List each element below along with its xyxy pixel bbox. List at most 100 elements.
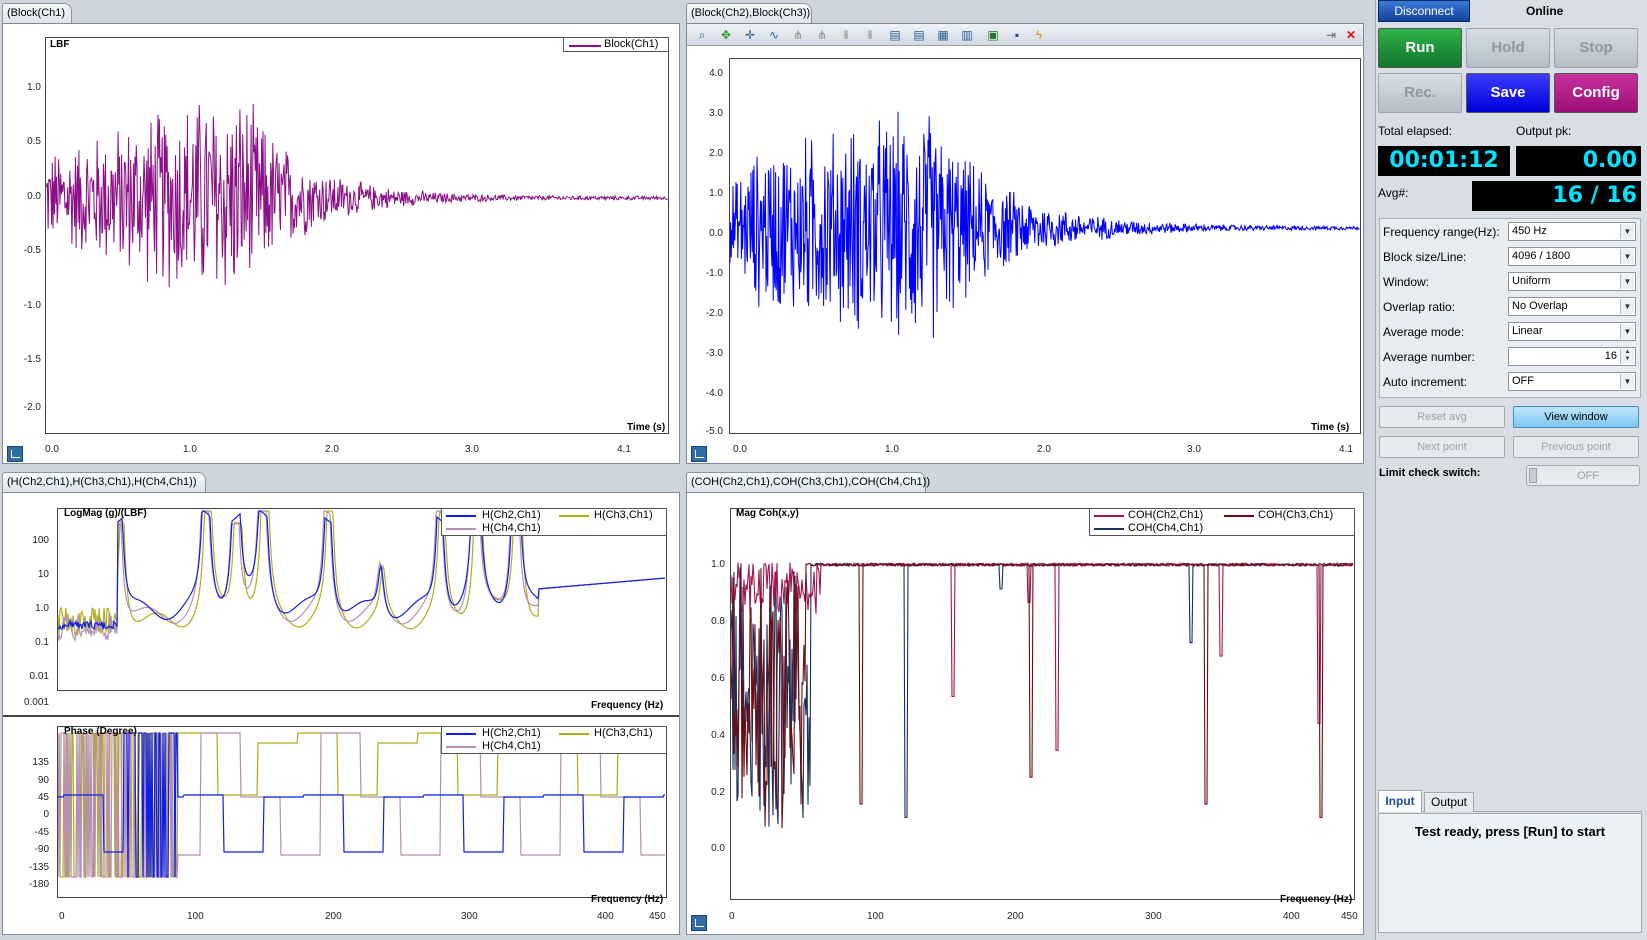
copy-icon[interactable]: ▤ (887, 27, 903, 43)
band-cursor-icon[interactable]: ⋔ (814, 27, 830, 43)
harmonic-icon[interactable]: ‖ (838, 27, 854, 43)
y-tick-label: -1.0 (23, 300, 41, 311)
select-value: 4096 / 1800 (1512, 250, 1571, 262)
cursor-icon[interactable]: ✛ (742, 27, 758, 43)
y-axis-title: Mag Coh(x,y) (736, 508, 799, 519)
y-tick-label: 1.0 (27, 82, 41, 93)
total-elapsed-display: 00:01:12 (1378, 146, 1510, 176)
stop-button[interactable]: Stop (1554, 28, 1638, 68)
chart-settings-icon[interactable] (7, 446, 23, 462)
block-size-select[interactable]: 4096 / 1800 ▼ (1508, 247, 1636, 266)
x-tick-label: 4.1 (1339, 444, 1353, 455)
average-mode-select[interactable]: Linear ▼ (1508, 322, 1636, 341)
setting-row: Overlap ratio: No Overlap ▼ (1380, 294, 1642, 319)
pin-icon[interactable]: ⇥ (1323, 27, 1339, 43)
y-tick-label: 90 (37, 775, 49, 786)
y-tick-label: 100 (32, 535, 49, 546)
x-tick-label: 300 (461, 911, 478, 922)
paste-icon[interactable]: ▤ (911, 27, 927, 43)
setting-row: Window: Uniform ▼ (1380, 269, 1642, 294)
frequency-range-select[interactable]: 450 Hz ▼ (1508, 222, 1636, 241)
tab-coherence[interactable]: (COH(Ch2,Ch1),COH(Ch3,Ch1),COH(Ch4,Ch1)) (686, 472, 930, 492)
tab-frf[interactable]: (H(Ch2,Ch1),H(Ch3,Ch1),H(Ch4,Ch1)) (2, 472, 206, 492)
tab-block-ch1[interactable]: (Block(Ch1) (2, 3, 72, 23)
x-tick-label: 2.0 (325, 444, 339, 455)
next-point-button[interactable]: Next point (1379, 436, 1505, 458)
x-tick-label: 100 (867, 911, 884, 922)
overlap-ratio-select[interactable]: No Overlap ▼ (1508, 297, 1636, 316)
view-window-button[interactable]: View window (1513, 406, 1639, 428)
save-button[interactable]: Save (1466, 73, 1550, 113)
pan-icon[interactable]: ✥ (718, 27, 734, 43)
select-value: 450 Hz (1512, 225, 1547, 237)
spinner-icon[interactable]: ▲ ▼ (1620, 349, 1634, 364)
auto-increment-select[interactable]: OFF ▼ (1508, 372, 1636, 391)
lightning-icon[interactable]: ϟ (1031, 27, 1047, 43)
chevron-down-icon: ▼ (1620, 324, 1634, 339)
plot-area (730, 508, 1355, 900)
wave-icon[interactable]: ∿ (766, 27, 782, 43)
run-button[interactable]: Run (1378, 28, 1462, 68)
tab-input[interactable]: Input (1378, 790, 1422, 812)
config-button[interactable]: Config (1554, 73, 1638, 113)
select-value: No Overlap (1512, 300, 1568, 312)
x-tick-label: 450 (649, 911, 666, 922)
hold-button[interactable]: Hold (1466, 28, 1550, 68)
settings-form: Frequency range(Hz): 450 Hz ▼ Block size/L… (1379, 218, 1641, 398)
zoom-icon[interactable]: ⌕ (694, 27, 710, 43)
disconnect-button[interactable]: Disconnect (1378, 0, 1470, 22)
tab-output[interactable]: Output (1424, 792, 1474, 812)
limit-check-toggle[interactable]: OFF (1526, 465, 1640, 486)
legend-swatch (1094, 528, 1124, 530)
legend-swatch (559, 515, 589, 517)
x-tick-label: 2.0 (1037, 444, 1051, 455)
panel-block-ch2-ch3: ⌕ ✥ ✛ ∿ ⋔ ⋔ ‖ ‖ ▤ ▤ ▦ ▥ ▣ ▪ ϟ ⇥ ✕ Time (… (686, 23, 1364, 464)
y-tick-label: 1.0 (35, 603, 49, 614)
average-number-stepper[interactable]: 16 ▲ ▼ (1508, 347, 1636, 366)
tab-block-ch2-ch3[interactable]: (Block(Ch2),Block(Ch3)) (686, 3, 812, 23)
properties-icon[interactable]: ▦ (935, 27, 951, 43)
plot-area (45, 37, 669, 434)
chart-settings-icon[interactable] (691, 446, 707, 462)
output-peak-display: 0.00 (1516, 146, 1641, 176)
toggle-knob (1529, 468, 1537, 483)
select-value: Uniform (1512, 275, 1551, 287)
y-tick-label: -1.5 (23, 354, 41, 365)
y-tick-label: -90 (34, 844, 49, 855)
y-tick-label: 10 (37, 569, 49, 580)
control-panel: Disconnect Online Run Hold Stop Rec. Sav… (1375, 0, 1647, 940)
cursor-pair-icon[interactable]: ⋔ (790, 27, 806, 43)
setting-row: Auto increment: OFF ▼ (1380, 369, 1642, 394)
record-button[interactable]: Rec. (1378, 73, 1462, 113)
tab-label: (H(Ch2,Ch1),H(Ch3,Ch1),H(Ch4,Ch1)) (7, 476, 197, 488)
setting-label: Frequency range(Hz): (1383, 225, 1500, 239)
legend-item: H(Ch3,Ch1) (594, 727, 653, 739)
x-tick-label: 4.1 (617, 444, 631, 455)
y-tick-label: 0.6 (711, 673, 725, 684)
setting-row: Block size/Line: 4096 / 1800 ▼ (1380, 244, 1642, 269)
y-tick-label: 0.01 (29, 671, 49, 682)
legend-swatch (569, 45, 601, 47)
y-tick-label: 1.0 (711, 559, 725, 570)
tab-label: (COH(Ch2,Ch1),COH(Ch3,Ch1),COH(Ch4,Ch1)) (691, 476, 930, 488)
y-tick-label: 1.0 (709, 188, 723, 199)
excel-export-icon[interactable]: ▣ (985, 27, 1001, 43)
chart-settings-icon[interactable] (691, 915, 707, 931)
sideband-icon[interactable]: ‖ (862, 27, 878, 43)
legend-swatch (559, 733, 589, 735)
y-tick-label: -135 (28, 862, 49, 873)
document-icon[interactable]: ▥ (959, 27, 975, 43)
setting-label: Overlap ratio: (1383, 300, 1456, 314)
legend-item: COH(Ch3,Ch1) (1258, 509, 1334, 521)
y-tick-label: -45 (34, 827, 49, 838)
setting-row: Average number: 16 ▲ ▼ (1380, 344, 1642, 369)
y-tick-label: 0.0 (709, 228, 723, 239)
save-disk-icon[interactable]: ▪ (1009, 27, 1025, 43)
window-select[interactable]: Uniform ▼ (1508, 272, 1636, 291)
avg-count-label: Avg#: (1378, 186, 1409, 200)
x-axis-title: Time (s) (1311, 422, 1350, 433)
reset-avg-button[interactable]: Reset avg (1379, 406, 1505, 428)
close-icon[interactable]: ✕ (1343, 27, 1359, 43)
previous-point-button[interactable]: Previous point (1513, 436, 1639, 458)
select-value: Linear (1512, 325, 1543, 337)
